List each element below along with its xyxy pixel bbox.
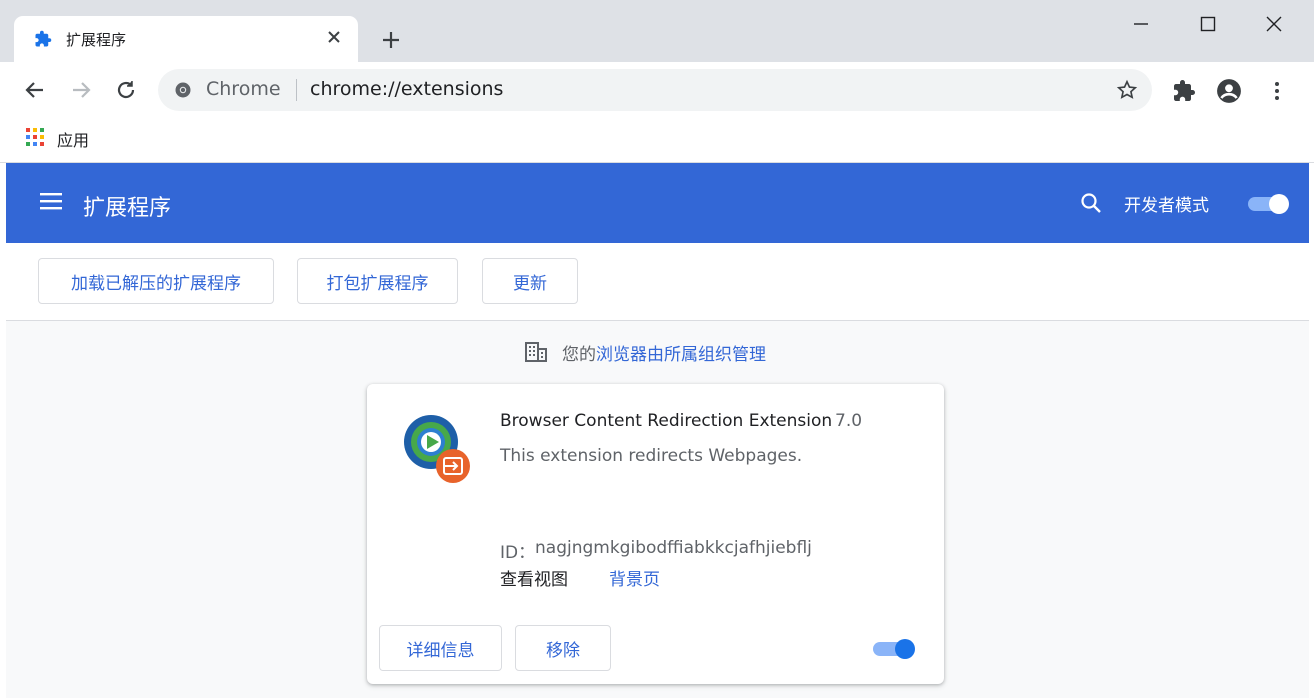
site-label: Chrome (206, 78, 281, 100)
extensions-list: 您的 浏览器由所属组织管理 Browser Content Redirectio… (6, 321, 1309, 698)
tab-strip: 扩展程序 (0, 0, 1314, 62)
page-title: 扩展程序 (83, 196, 172, 221)
extension-description: This extension redirects Webpages. (500, 446, 803, 466)
action-bar: 加载已解压的扩展程序 打包扩展程序 更新 (6, 243, 1309, 321)
star-icon[interactable] (1116, 79, 1138, 101)
extension-id-label: ID： (500, 543, 536, 563)
extension-logo-icon (404, 415, 470, 483)
extension-enable-toggle[interactable] (871, 638, 917, 660)
minimize-button[interactable] (1130, 13, 1152, 35)
back-button[interactable] (22, 77, 48, 103)
address-bar[interactable]: Chrome chrome://extensions (158, 69, 1152, 111)
account-circle-icon (1217, 79, 1241, 103)
extension-version: 7.0 (835, 411, 863, 431)
extension-name: Browser Content Redirection Extension (500, 411, 833, 431)
managed-link[interactable]: 浏览器由所属组织管理 (596, 340, 766, 365)
omnibox-separator (296, 79, 297, 101)
tab-close-icon[interactable] (324, 27, 344, 47)
background-page-link[interactable]: 背景页 (609, 565, 660, 590)
more-vert-icon (1275, 82, 1279, 100)
managed-prefix: 您的 (562, 344, 596, 365)
puzzle-piece-icon (35, 30, 52, 47)
load-unpacked-button[interactable]: 加载已解压的扩展程序 (38, 258, 274, 304)
search-icon[interactable] (1080, 192, 1102, 214)
remove-button[interactable]: 移除 (515, 625, 611, 671)
extension-card: Browser Content Redirection Extension 7.… (367, 384, 944, 684)
forward-button[interactable] (68, 77, 94, 103)
pack-extension-button[interactable]: 打包扩展程序 (297, 258, 458, 304)
building-icon (525, 342, 547, 362)
bookmarks-bar: 应用 (0, 118, 1314, 163)
extensions-header: 扩展程序 开发者模式 (6, 163, 1309, 243)
developer-mode-toggle[interactable] (1246, 193, 1292, 215)
details-button[interactable]: 详细信息 (379, 625, 502, 671)
update-button[interactable]: 更新 (482, 258, 578, 304)
apps-label[interactable]: 应用 (57, 127, 89, 151)
url-text[interactable]: chrome://extensions (310, 78, 503, 100)
close-window-button[interactable] (1263, 13, 1285, 35)
developer-mode-label: 开发者模式 (1124, 196, 1209, 216)
reload-button[interactable] (113, 77, 139, 103)
arrow-left-icon (25, 82, 43, 98)
toolbar: Chrome chrome://extensions (0, 62, 1314, 118)
new-tab-button[interactable] (380, 29, 402, 51)
inspect-views-label: 查看视图 (500, 570, 568, 590)
close-icon (1266, 16, 1282, 32)
profile-button[interactable] (1216, 78, 1242, 104)
tab-extensions[interactable]: 扩展程序 (14, 16, 358, 62)
apps-grid-icon[interactable] (26, 128, 44, 146)
puzzle-piece-icon (1174, 80, 1195, 101)
hamburger-menu-icon[interactable] (40, 192, 62, 210)
managed-notice: 您的 浏览器由所属组织管理 (524, 339, 766, 365)
card-divider (367, 616, 944, 617)
maximize-icon (1200, 16, 1216, 32)
extensions-menu-button[interactable] (1171, 78, 1197, 104)
tab-title: 扩展程序 (66, 31, 127, 49)
arrow-right-icon (73, 82, 91, 98)
reload-icon (117, 81, 135, 99)
maximize-button[interactable] (1197, 13, 1219, 35)
minimize-icon (1134, 23, 1148, 25)
chrome-icon (175, 82, 191, 98)
menu-button[interactable] (1264, 78, 1290, 104)
extension-id-value: nagjngmkgibodffiabkkcjafhjiebflj (535, 538, 812, 558)
